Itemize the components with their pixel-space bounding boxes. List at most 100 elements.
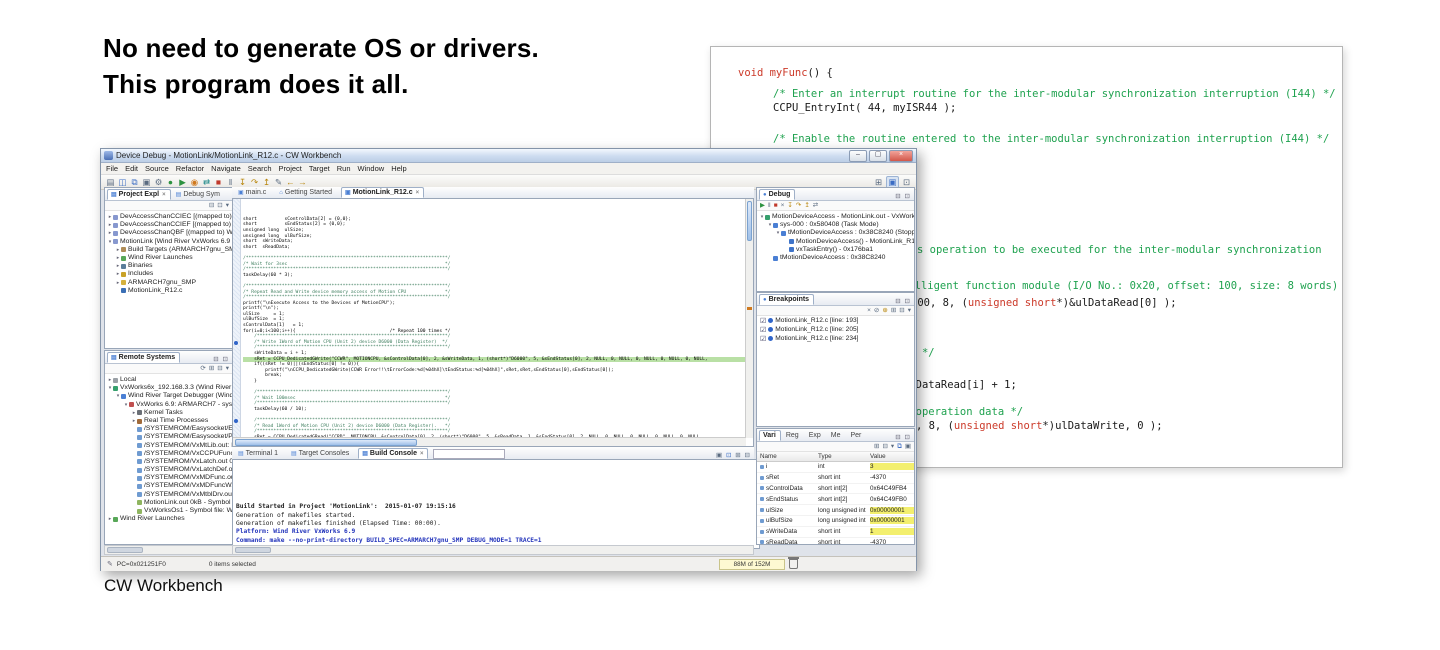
scrollbar-thumb[interactable]	[235, 439, 417, 446]
tree-item[interactable]: ▾MotionDeviceAccess - MotionLink.out - V…	[759, 213, 914, 221]
disconnect-icon[interactable]: ×	[781, 201, 785, 210]
tree-item[interactable]: ▸Wind River Launches	[107, 254, 232, 262]
tree-item[interactable]: /SYSTEMROM/VxMDFunc.out: I	[107, 474, 232, 482]
menu-item[interactable]: Project	[279, 164, 302, 173]
variable-row[interactable]: sWriteDatashort int1	[757, 527, 914, 538]
tree-item[interactable]: MotionLink_R12.c	[107, 287, 232, 295]
back-icon[interactable]: ←	[285, 177, 296, 188]
variable-row[interactable]: sControlDatashort int[2]0x64C49FB4	[757, 484, 914, 495]
drop-to-frame-icon[interactable]: ⇄	[813, 201, 818, 210]
run-icon[interactable]: ▶	[177, 177, 188, 188]
tree-item[interactable]: vxTaskEntry() - 0x176ba1	[759, 246, 914, 254]
tree-item[interactable]: ▸DevAccessChanCCIEC [(mapped to) Wind	[107, 213, 232, 221]
console-tab[interactable]: ▤Target Consoles	[287, 448, 357, 459]
tree-item[interactable]: ▸Binaries	[107, 262, 232, 270]
menu-item[interactable]: Navigate	[211, 164, 241, 173]
view-menu-icon[interactable]: ▾	[891, 442, 894, 451]
view-tab[interactable]: ▤Project Expl×	[107, 189, 171, 200]
panel-header-icons[interactable]: ⊟ ⊡	[213, 355, 232, 363]
code-editor[interactable]: short sControlData[2] = {0,0};short sEnd…	[232, 198, 754, 447]
tree-item[interactable]: /SYSTEMROM/Easysocket/ECH	[107, 425, 232, 433]
terminate-icon[interactable]: ■	[213, 177, 224, 188]
tree-item[interactable]: /SYSTEMROM/VxMDFuncW.out	[107, 482, 232, 490]
collapse-icon[interactable]: ⊟	[882, 442, 887, 451]
tree-item[interactable]: ▾tMotionDeviceAccess : 0x38C8240 (Stoppe…	[759, 229, 914, 237]
perspective-cpp-icon[interactable]: ⊞	[873, 177, 884, 188]
breakpoint-icon[interactable]	[234, 419, 238, 423]
menu-item[interactable]: File	[106, 164, 118, 173]
left-scrollbar[interactable]	[104, 545, 233, 555]
view-menu-icon[interactable]: ▾	[226, 201, 229, 210]
tree-item[interactable]: /SYSTEMROM/VxMtLib.out: Ecl	[107, 442, 232, 450]
restore-icon[interactable]: ▢	[869, 150, 887, 162]
tree-item[interactable]: ▸Local	[107, 376, 232, 384]
suspend-icon[interactable]: ‖	[768, 201, 771, 210]
breakpoint-item[interactable]: ☑MotionLink_R12.c [line: 234]	[757, 334, 914, 343]
editor-horizontal-scrollbar[interactable]	[233, 437, 746, 446]
add-breakpoint-icon[interactable]: ⊕	[882, 306, 887, 315]
terminate-icon[interactable]: ■	[774, 201, 778, 210]
collapse-all-icon[interactable]: ⊟	[217, 364, 222, 373]
console-toolbar[interactable]: ▣ ⊡ ⊞ ⊟	[716, 451, 754, 459]
layout-icon[interactable]: ⧉	[897, 442, 902, 451]
refresh-icon[interactable]: ⟳	[200, 364, 205, 373]
tree-item[interactable]: ▸Build Targets (ARMARCH7gnu_SMP -	[107, 246, 232, 254]
tree-item[interactable]: ▾sys-000 : 0x580408 (Task Mode)	[759, 221, 914, 229]
menu-item[interactable]: Source	[145, 164, 169, 173]
editor-tab[interactable]: ▣MotionLink_R12.c×	[341, 187, 424, 198]
editor-tab[interactable]: ⌂Getting Started	[275, 187, 340, 198]
column-value[interactable]: Value	[870, 453, 914, 460]
variable-row[interactable]: iint3	[757, 462, 914, 473]
print-icon[interactable]: ▣	[141, 177, 152, 188]
tree-item[interactable]: ▾VxWorks6x_192.168.3.3 (Wind River VxW	[107, 384, 232, 392]
tree-item[interactable]: ▾Wind River Target Debugger (Wind R	[107, 392, 232, 400]
view-menu-icon[interactable]: ▾	[908, 306, 911, 315]
console-tab[interactable]: ▤Terminal 1	[234, 448, 286, 459]
add-expression-icon[interactable]: ⊞	[874, 442, 879, 451]
variable-row[interactable]: ulBufSizelong unsigned int0x00000001	[757, 516, 914, 527]
new-connection-icon[interactable]: ⊞	[209, 364, 214, 373]
external-tools-icon[interactable]: ◉	[189, 177, 200, 188]
step-over-icon[interactable]: ↷	[796, 201, 801, 210]
tree-item[interactable]: ▸Wind River Launches	[107, 515, 232, 523]
tree-item[interactable]: ▸DevAccessChanCCIEF [(mapped to) Wind	[107, 221, 232, 229]
variable-row[interactable]: sReadDatashort int-4370	[757, 538, 914, 545]
checkbox-checked-icon[interactable]: ☑	[760, 335, 766, 343]
step-into-icon[interactable]: ↧	[237, 177, 248, 188]
close-tab-icon[interactable]: ×	[420, 451, 424, 457]
step-over-icon[interactable]: ↷	[249, 177, 260, 188]
tab-remote-systems[interactable]: ▤Remote Systems	[107, 352, 180, 363]
variable-row[interactable]: sEndStatusshort int[2]0x64C49FB0	[757, 494, 914, 505]
panel-header-icons[interactable]: ⊟ ⊡	[895, 297, 914, 305]
save-icon[interactable]: ◫	[117, 177, 128, 188]
tree-item[interactable]: VxWorksOs1 - Symbol file: W	[107, 507, 232, 515]
menu-item[interactable]: Search	[248, 164, 272, 173]
variable-row[interactable]: ulSizelong unsigned int0x00000001	[757, 505, 914, 516]
breakpoint-icon[interactable]	[234, 341, 238, 345]
tree-item[interactable]: ▸Includes	[107, 270, 232, 278]
step-into-icon[interactable]: ↧	[787, 201, 792, 210]
step-return-icon[interactable]: ↥	[804, 201, 809, 210]
tree-item[interactable]: /SYSTEMROM/VxCCPUFunc.out	[107, 450, 232, 458]
menu-item[interactable]: Run	[337, 164, 351, 173]
tree-item[interactable]: ▾MotionLink [Wind River VxWorks 6.9 Dow	[107, 238, 232, 246]
close-tab-icon[interactable]: ×	[416, 190, 420, 196]
scrollbar-thumb[interactable]	[747, 201, 752, 241]
expand-all-icon[interactable]: ⊞	[891, 306, 896, 315]
tree-item[interactable]: /SYSTEMROM/VxLatchDef.out	[107, 466, 232, 474]
tree-item[interactable]: /SYSTEMROM/Easysocket/PCG	[107, 433, 232, 441]
panel-header-icons[interactable]: ⊟ ⊡	[895, 433, 914, 441]
tree-item[interactable]: MotionLink.out 0kB - Symbol f	[107, 499, 232, 507]
forward-icon[interactable]: →	[297, 177, 308, 188]
column-type[interactable]: Type	[818, 453, 870, 460]
title-bar[interactable]: Device Debug - MotionLink/MotionLink_R12…	[101, 149, 916, 163]
menu-item[interactable]: Refactor	[176, 164, 204, 173]
collapse-all-icon[interactable]: ⊟	[899, 306, 904, 315]
tree-item[interactable]: ▸DevAccessChanQBF [(mapped to) Wind R	[107, 229, 232, 237]
connect-target-icon[interactable]: ⇄	[201, 177, 212, 188]
panel-header-icons[interactable]: ⊟ ⊡	[895, 192, 914, 200]
save-all-icon[interactable]: ⧉	[129, 177, 140, 188]
menu-item[interactable]: Edit	[125, 164, 138, 173]
editor-vertical-scrollbar[interactable]	[745, 199, 753, 438]
checkbox-checked-icon[interactable]: ☑	[760, 326, 766, 334]
